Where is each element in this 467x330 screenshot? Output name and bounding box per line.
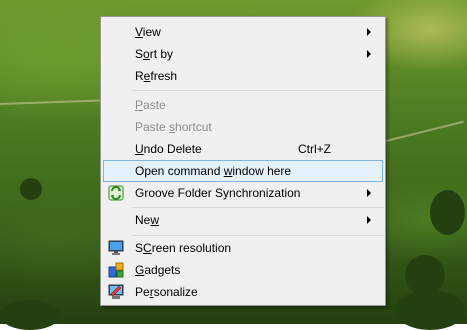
menu-item-personalize[interactable]: Personalize — [103, 281, 383, 303]
menu-item-open-command-window[interactable]: Open command window here — [103, 160, 383, 182]
menu-item-new[interactable]: New — [103, 209, 383, 231]
menu-item-label: Paste — [135, 98, 166, 112]
submenu-arrow-icon — [367, 216, 371, 224]
personalize-icon — [108, 284, 124, 300]
menu-item-label: SCreen resolution — [135, 241, 232, 255]
menu-item-label: Personalize — [135, 285, 198, 299]
menu-item-shortcut: Ctrl+Z — [298, 142, 331, 156]
tree — [0, 300, 60, 330]
path — [385, 120, 464, 142]
menu-item-screen-resolution[interactable]: SCreen resolution — [103, 237, 383, 259]
tree — [430, 190, 465, 235]
menu-item-label: Paste shortcut — [135, 120, 212, 134]
menu-item-paste-shortcut[interactable]: Paste shortcut — [103, 116, 383, 138]
menu-item-label: Open command window here — [135, 164, 292, 178]
menu-separator — [132, 90, 384, 91]
path — [0, 99, 100, 105]
menu-item-groove-sync[interactable]: Groove Folder Synchronization — [103, 182, 383, 204]
menu-separator — [132, 235, 384, 236]
menu-item-label: View — [135, 25, 161, 39]
menu-item-sort-by[interactable]: Sort by — [103, 43, 383, 65]
menu-item-label: New — [135, 213, 160, 227]
menu-item-label: Gadgets — [135, 263, 181, 277]
monitor-icon — [108, 240, 124, 256]
menu-item-undo-delete[interactable]: Undo Delete Ctrl+Z — [103, 138, 383, 160]
context-menu: View Sort by Refresh Paste Paste shortcu… — [100, 16, 386, 306]
menu-item-view[interactable]: View — [103, 21, 383, 43]
submenu-arrow-icon — [367, 50, 371, 58]
menu-item-gadgets[interactable]: Gadgets — [103, 259, 383, 281]
tree — [395, 290, 465, 330]
tree — [405, 255, 445, 295]
menu-separator — [132, 207, 384, 208]
gadgets-icon — [108, 262, 124, 278]
submenu-arrow-icon — [367, 189, 371, 197]
menu-item-paste[interactable]: Paste — [103, 94, 383, 116]
groove-sync-icon — [108, 185, 124, 201]
menu-item-label: Refresh — [135, 69, 178, 83]
tree — [20, 178, 42, 200]
submenu-arrow-icon — [367, 28, 371, 36]
menu-item-refresh[interactable]: Refresh — [103, 65, 383, 87]
menu-item-label: Groove Folder Synchronization — [135, 186, 301, 200]
menu-item-label: Sort by — [135, 47, 174, 61]
menu-item-label: Undo Delete — [135, 142, 202, 156]
